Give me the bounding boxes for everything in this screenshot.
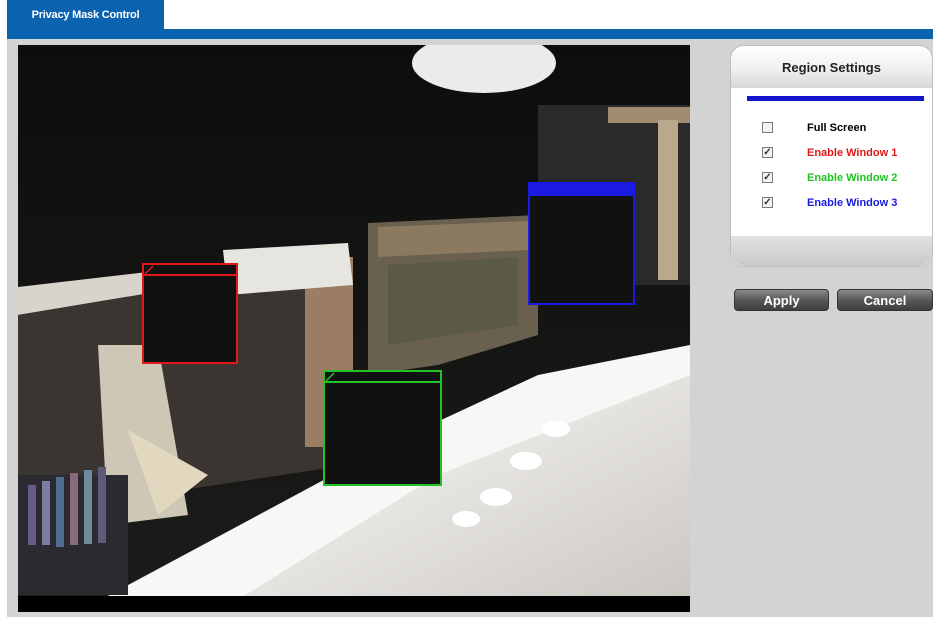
option-enable-window-1[interactable]: ✓ Enable Window 1 (731, 140, 932, 165)
resize-handle-icon[interactable] (144, 265, 154, 275)
resize-handle-icon[interactable] (530, 184, 540, 194)
option-enable-window-2[interactable]: ✓ Enable Window 2 (731, 165, 932, 190)
cancel-button[interactable]: Cancel (837, 289, 933, 311)
resize-handle-icon[interactable] (325, 372, 335, 382)
full-screen-checkbox[interactable] (762, 122, 773, 133)
full-screen-label: Full Screen (807, 121, 867, 134)
region-settings-title: Region Settings (731, 46, 932, 88)
privacy-mask-window-1[interactable] (142, 263, 238, 364)
enable-window-2-label: Enable Window 2 (807, 171, 898, 184)
enable-window-2-checkbox[interactable]: ✓ (762, 172, 773, 183)
enable-window-3-checkbox[interactable]: ✓ (762, 197, 773, 208)
panel-divider (747, 96, 924, 101)
tab-privacy-mask-control[interactable]: Privacy Mask Control (7, 0, 164, 29)
option-full-screen[interactable]: Full Screen (731, 115, 932, 140)
camera-video-view[interactable] (18, 45, 690, 612)
privacy-mask-window-2[interactable] (323, 370, 442, 486)
region-options: Full Screen ✓ Enable Window 1 ✓ Enable W… (731, 115, 932, 215)
privacy-mask-window-3[interactable] (528, 182, 635, 305)
enable-window-3-label: Enable Window 3 (807, 196, 898, 209)
panel-footer (731, 236, 932, 266)
camera-scene (18, 45, 690, 612)
mask-window-3-titlebar[interactable] (530, 184, 633, 196)
region-settings-panel: Region Settings Full Screen ✓ Enable Win… (730, 45, 933, 267)
apply-button[interactable]: Apply (734, 289, 829, 311)
enable-window-1-label: Enable Window 1 (807, 146, 898, 159)
enable-window-1-checkbox[interactable]: ✓ (762, 147, 773, 158)
header-bar (7, 29, 933, 39)
video-bottom-bar (18, 596, 690, 612)
mask-window-2-titlebar[interactable] (325, 372, 440, 383)
mask-window-1-titlebar[interactable] (144, 265, 236, 276)
option-enable-window-3[interactable]: ✓ Enable Window 3 (731, 190, 932, 215)
